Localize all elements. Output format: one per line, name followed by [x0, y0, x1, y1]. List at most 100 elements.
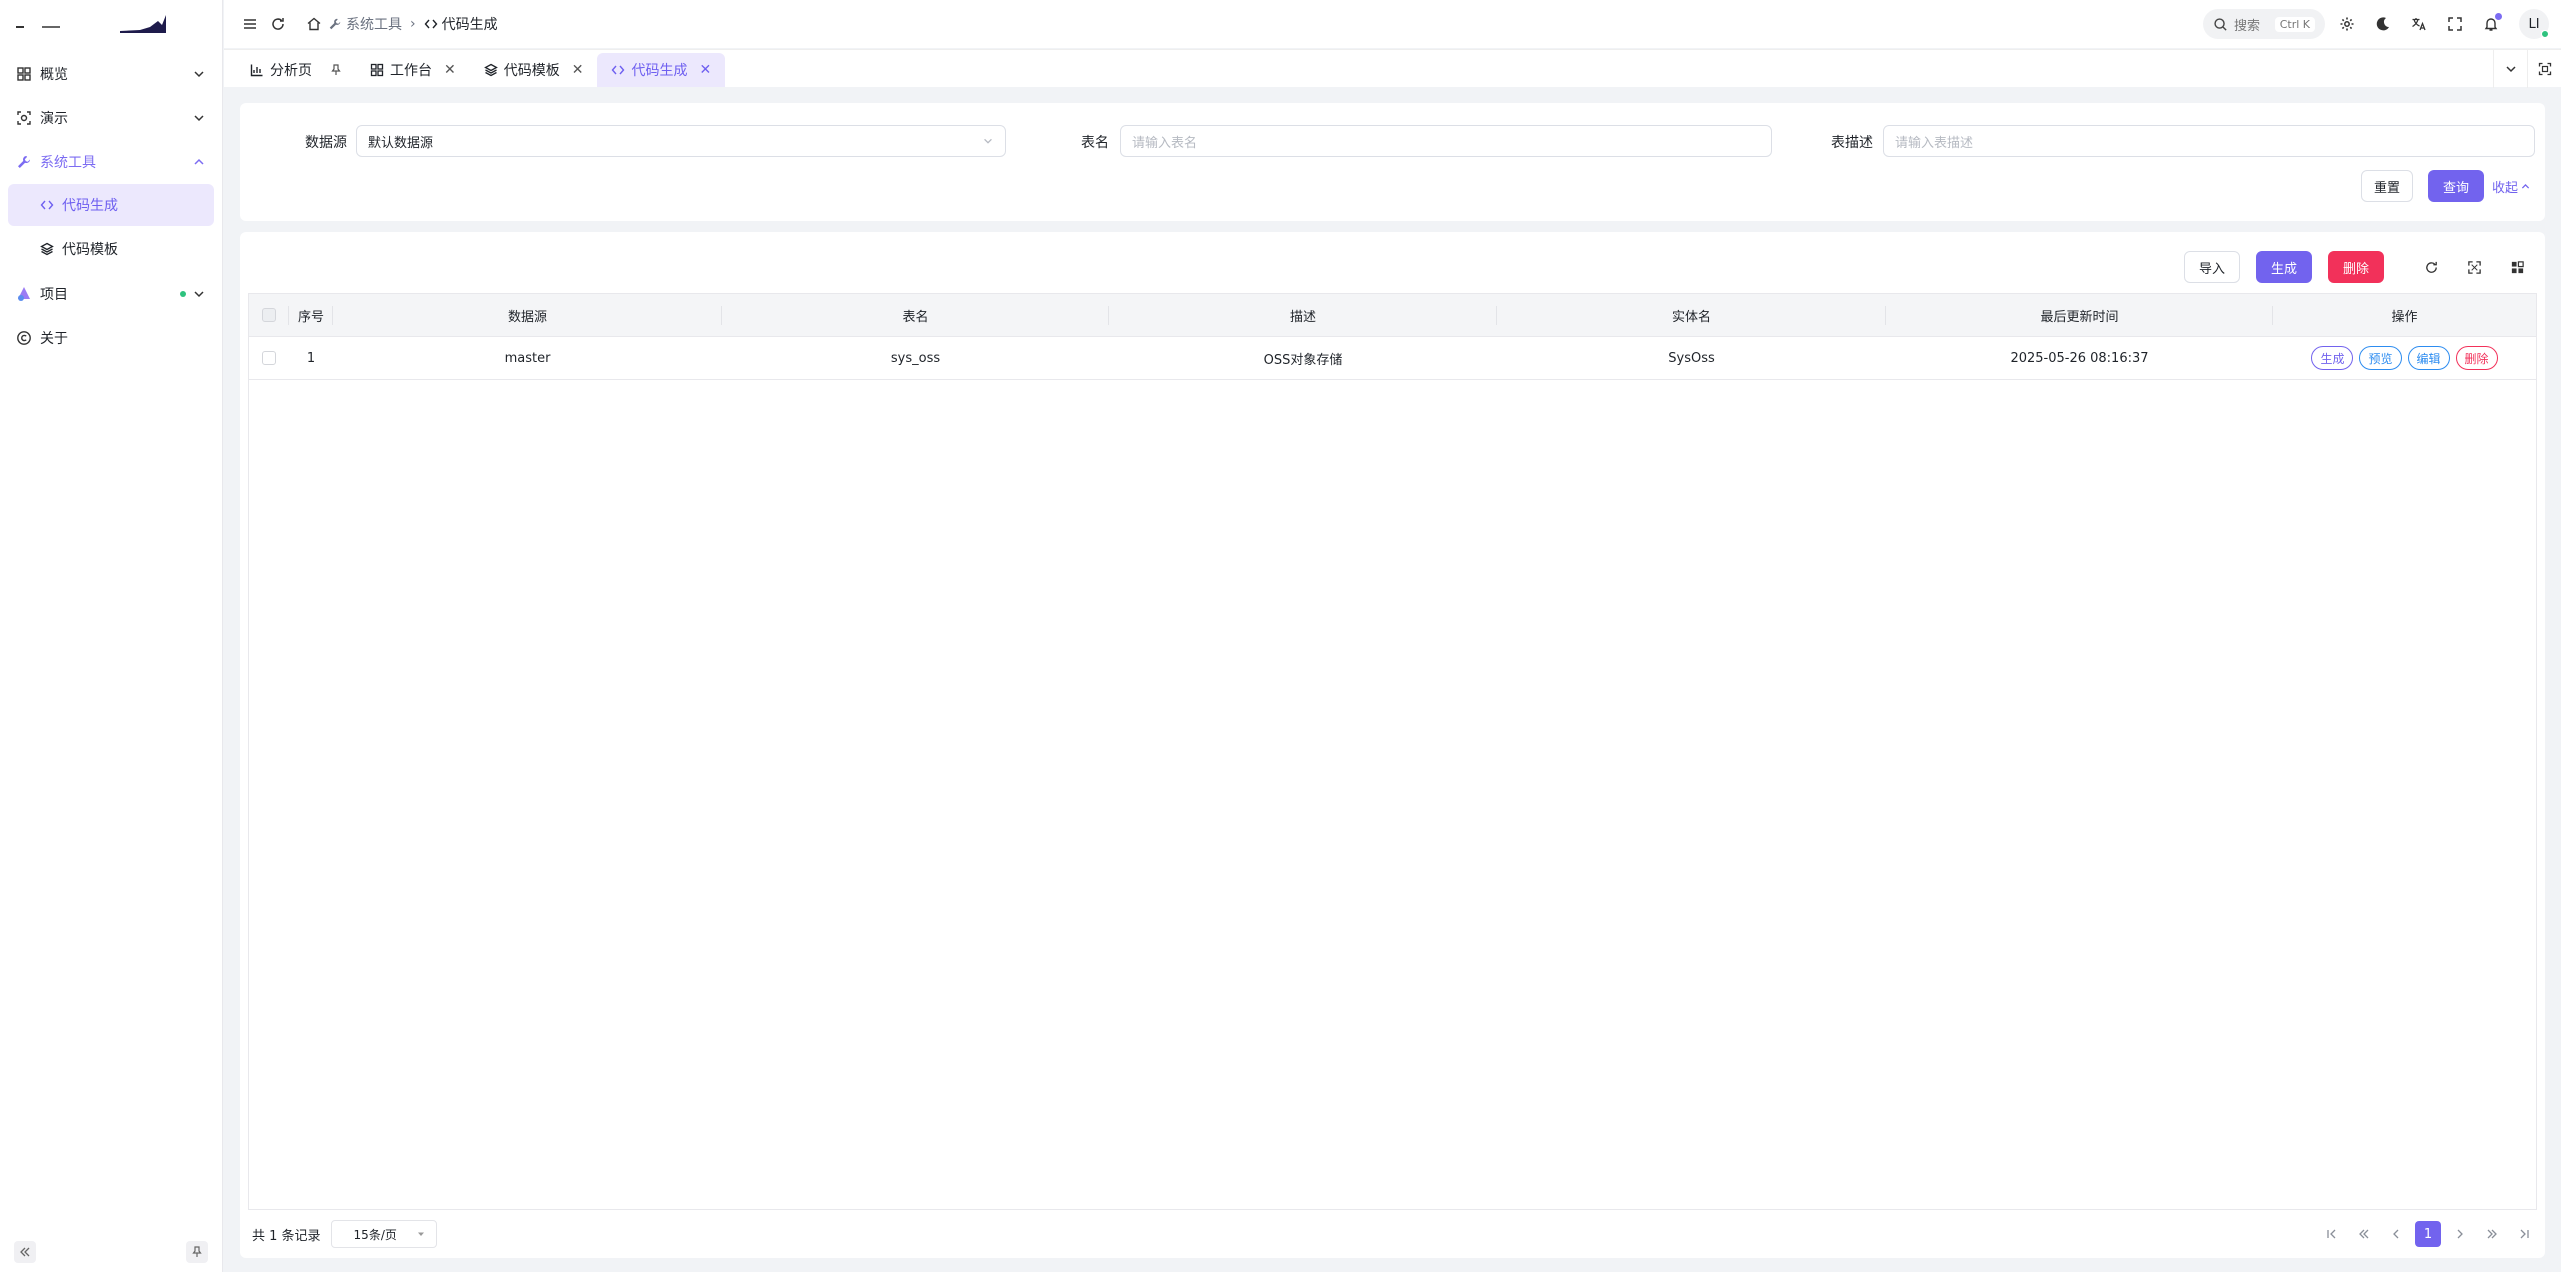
reset-button[interactable]: 重置 [2361, 170, 2413, 202]
row-checkbox[interactable] [262, 351, 276, 365]
tab-code-template[interactable]: 代码模板 ✕ [470, 53, 598, 87]
chevron-right-icon [2457, 1229, 2463, 1239]
settings-button[interactable] [2333, 10, 2361, 38]
layers-icon [483, 63, 498, 77]
datasource-value: 默认数据源 [368, 135, 434, 151]
online-indicator [2541, 30, 2549, 38]
sidebar-menu: 概览 演示 系统工具 代码生成 代码模板 项目 关于 [0, 52, 222, 360]
table-refresh-button[interactable] [2417, 253, 2445, 281]
select-all-cell [249, 294, 289, 336]
menu-toggle-button[interactable] [236, 10, 264, 38]
tabs-actions [2493, 50, 2561, 88]
collapse-label: 收起 [2492, 181, 2519, 196]
prev-group-button[interactable] [2351, 1221, 2377, 1247]
datasource-select[interactable]: 默认数据源 [356, 125, 1006, 157]
sidebar-item-system-tools[interactable]: 系统工具 [0, 140, 222, 184]
collapse-link[interactable]: 收起 [2492, 177, 2531, 196]
code-icon [424, 19, 438, 29]
row-generate-button[interactable]: 生成 [2311, 346, 2354, 370]
prev-page-button[interactable] [2383, 1221, 2409, 1247]
language-button[interactable] [2405, 10, 2433, 38]
sidebar-item-label: 概览 [40, 67, 68, 83]
tab-workbench[interactable]: 工作台 ✕ [356, 53, 470, 87]
column-settings-button[interactable] [2503, 253, 2531, 281]
breadcrumb: 系统工具 › 代码生成 [300, 10, 498, 38]
column-header: 表名 [722, 294, 1109, 336]
first-page-button[interactable] [2319, 1221, 2345, 1247]
pin-sidebar-button[interactable] [186, 1241, 208, 1263]
top-header: 系统工具 › 代码生成 搜索 Ctrl K LI [224, 0, 2561, 48]
copyright-icon [17, 331, 31, 345]
home-button[interactable] [300, 10, 328, 38]
row-select-cell [249, 337, 289, 379]
global-search[interactable]: 搜索 Ctrl K [2203, 9, 2325, 39]
chevron-up-icon [194, 158, 204, 165]
row-delete-button[interactable]: 删除 [2455, 346, 2498, 370]
moon-icon [2376, 17, 2389, 31]
columns-icon [2511, 260, 2524, 273]
page-number-button[interactable]: 1 [2415, 1221, 2441, 1247]
breadcrumb-separator: › [410, 16, 416, 32]
search-shortcut: Ctrl K [2274, 16, 2315, 32]
sidebar-subitem-code-gen[interactable]: 代码生成 [8, 184, 214, 226]
logo[interactable] [0, 0, 222, 48]
logo-graphic [120, 15, 166, 33]
next-group-button[interactable] [2479, 1221, 2505, 1247]
tablename-input[interactable]: 请输入表名 [1120, 125, 1772, 157]
collapse-sidebar-button[interactable] [14, 1241, 36, 1263]
double-chevron-left-icon [2359, 1229, 2369, 1239]
avatar-text: LI [2528, 16, 2540, 32]
table-header: 序号 数据源 表名 描述 实体名 最后更新时间 操作 [249, 294, 2536, 337]
column-header: 序号 [289, 294, 333, 336]
close-icon[interactable]: ✕ [572, 62, 584, 78]
sidebar-subitem-code-template[interactable]: 代码模板 [8, 228, 214, 270]
generate-button[interactable]: 生成 [2256, 251, 2312, 283]
gear-icon [2340, 17, 2354, 31]
tabs-maximize-button[interactable] [2527, 50, 2561, 88]
delete-button[interactable]: 删除 [2328, 251, 2384, 283]
sidebar-item-about[interactable]: 关于 [0, 316, 222, 360]
tabs-more-button[interactable] [2493, 50, 2527, 88]
refresh-icon [272, 18, 284, 30]
tab-code-gen[interactable]: 代码生成 ✕ [597, 53, 726, 87]
notification-dot [2495, 13, 2502, 20]
close-icon[interactable]: ✕ [444, 62, 456, 78]
status-dot [180, 291, 186, 297]
dashboard-icon [17, 67, 31, 81]
avatar[interactable]: LI [2519, 9, 2549, 39]
code-icon [40, 200, 54, 210]
row-edit-button[interactable]: 编辑 [2407, 346, 2450, 370]
layers-icon [40, 242, 54, 256]
next-page-button[interactable] [2447, 1221, 2473, 1247]
row-updated-time: 2025-05-26 08:16:37 [2010, 350, 2149, 366]
last-page-button[interactable] [2511, 1221, 2537, 1247]
tab-label: 代码生成 [631, 63, 688, 79]
query-button[interactable]: 查询 [2428, 170, 2484, 202]
sidebar-item-label: 关于 [40, 331, 68, 347]
pin-icon[interactable] [330, 64, 342, 76]
import-button[interactable]: 导入 [2184, 251, 2240, 283]
sidebar-item-overview[interactable]: 概览 [0, 52, 222, 96]
column-header: 操作 [2391, 309, 2418, 325]
table-row[interactable]: 1 master sys_oss OSS对象存储 SysOss 2025-05-… [249, 337, 2536, 380]
tab-analysis[interactable]: 分析页 [236, 53, 356, 87]
select-all-checkbox[interactable] [262, 308, 276, 322]
breadcrumb-item[interactable]: 系统工具 [328, 14, 402, 34]
sidebar-item-label: 演示 [40, 111, 68, 127]
row-preview-button[interactable]: 预览 [2359, 346, 2402, 370]
sidebar-item-demo[interactable]: 演示 [0, 96, 222, 140]
row-tablename: sys_oss [890, 350, 941, 366]
sidebar-item-project[interactable]: 项目 [0, 272, 222, 316]
fullscreen-button[interactable] [2441, 10, 2469, 38]
column-header: 数据源 [333, 294, 722, 336]
notifications-button[interactable] [2477, 10, 2505, 38]
chevron-left-icon [2393, 1229, 2399, 1239]
page-size-select[interactable]: 15条/页 [330, 1220, 437, 1248]
refresh-button[interactable] [264, 10, 292, 38]
theme-toggle-button[interactable] [2369, 10, 2397, 38]
search-icon [2214, 17, 2227, 31]
table-fullscreen-button[interactable] [2460, 253, 2488, 281]
tabledesc-input[interactable]: 请输入表描述 [1883, 125, 2535, 157]
row-actions: 生成 预览 编辑 删除 [2273, 337, 2536, 379]
close-icon[interactable]: ✕ [699, 62, 711, 78]
